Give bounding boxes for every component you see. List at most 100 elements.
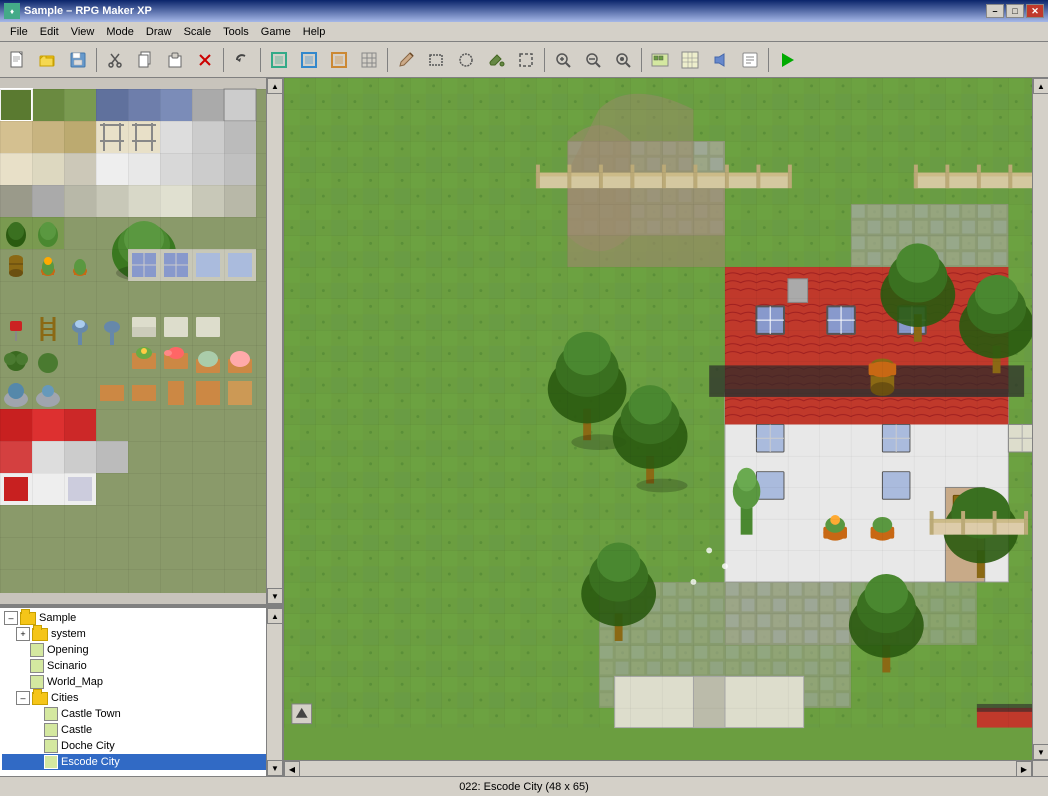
map-props-button[interactable] <box>646 46 674 74</box>
titlebar-buttons: – □ ✕ <box>986 4 1044 18</box>
sep2 <box>223 48 224 72</box>
menu-file[interactable]: File <box>4 24 34 40</box>
map-icon-doche-city <box>44 739 58 753</box>
left-panel: ▲ ▼ – Sample + system <box>0 78 284 776</box>
circle-tool-button[interactable] <box>452 46 480 74</box>
menu-tools[interactable]: Tools <box>217 24 255 40</box>
expand-system[interactable]: + <box>16 627 30 641</box>
sep1 <box>96 48 97 72</box>
expand-cities[interactable]: – <box>16 691 30 705</box>
tree-item-doche-city[interactable]: Doche City <box>2 738 280 754</box>
menu-scale[interactable]: Scale <box>178 24 218 40</box>
cut-button[interactable] <box>101 46 129 74</box>
close-button[interactable]: ✕ <box>1026 4 1044 18</box>
main-area: ▲ ▼ – Sample + system <box>0 78 1048 776</box>
map-icon-castle <box>44 723 58 737</box>
sep6 <box>641 48 642 72</box>
tree-scroll-down[interactable]: ▼ <box>267 760 282 776</box>
map-tree: – Sample + system Opening <box>0 606 282 776</box>
tree-scrollbar[interactable]: ▲ ▼ <box>266 608 282 776</box>
menu-mode[interactable]: Mode <box>100 24 140 40</box>
tree-item-system[interactable]: + system <box>2 626 280 642</box>
menu-view[interactable]: View <box>65 24 101 40</box>
tree-item-castle[interactable]: Castle <box>2 722 280 738</box>
zoom-in-button[interactable] <box>549 46 577 74</box>
menu-draw[interactable]: Draw <box>140 24 178 40</box>
titlebar: ♦ Sample – RPG Maker XP – □ ✕ <box>0 0 1048 22</box>
tree-label-doche-city: Doche City <box>61 740 115 752</box>
statusbar: 022: Escode City (48 x 65) <box>0 776 1048 796</box>
open-button[interactable] <box>34 46 62 74</box>
rect-tool-button[interactable] <box>422 46 450 74</box>
palette-scrollbar[interactable]: ▲ ▼ <box>266 78 282 604</box>
tile-palette[interactable]: ▲ ▼ <box>0 78 282 606</box>
tree-item-castle-town[interactable]: Castle Town <box>2 706 280 722</box>
maximize-button[interactable]: □ <box>1006 4 1024 18</box>
menu-help[interactable]: Help <box>297 24 332 40</box>
zoom-normal-button[interactable] <box>609 46 637 74</box>
window-title: Sample – RPG Maker XP <box>24 5 152 17</box>
layer1-button[interactable] <box>265 46 293 74</box>
toolbar <box>0 42 1048 78</box>
palette-scroll-up[interactable]: ▲ <box>267 78 282 94</box>
map-hscrollbar[interactable]: ◀ ▶ <box>284 760 1032 776</box>
undo-button[interactable] <box>228 46 256 74</box>
new-button[interactable] <box>4 46 32 74</box>
map-hscroll-left[interactable]: ◀ <box>284 761 300 776</box>
menu-game[interactable]: Game <box>255 24 297 40</box>
tree-item-opening[interactable]: Opening <box>2 642 280 658</box>
map-tree-list: – Sample + system Opening <box>0 608 282 776</box>
map-icon-world-map <box>30 675 44 689</box>
tree-item-escode-city[interactable]: Escode City <box>2 754 280 770</box>
tree-label-castle-town: Castle Town <box>61 708 121 720</box>
menubar: File Edit View Mode Draw Scale Tools Gam… <box>0 22 1048 42</box>
script-button[interactable] <box>736 46 764 74</box>
tree-item-world-map[interactable]: World_Map <box>2 674 280 690</box>
tree-label-system: system <box>51 628 86 640</box>
sep7 <box>768 48 769 72</box>
sep4 <box>387 48 388 72</box>
map-canvas-area[interactable]: ▲ ▼ ◀ ▶ <box>284 78 1048 776</box>
tree-scroll-up[interactable]: ▲ <box>267 608 282 624</box>
expand-sample[interactable]: – <box>4 611 18 625</box>
layer3-button[interactable] <box>325 46 353 74</box>
fill-tool-button[interactable] <box>482 46 510 74</box>
map-icon-opening <box>30 643 44 657</box>
pencil-button[interactable] <box>392 46 420 74</box>
copy-button[interactable] <box>131 46 159 74</box>
tree-item-scinario[interactable]: Scinario <box>2 658 280 674</box>
audio-button[interactable] <box>706 46 734 74</box>
palette-scroll-down[interactable]: ▼ <box>267 588 282 604</box>
tree-item-cities[interactable]: – Cities <box>2 690 280 706</box>
select-tool-button[interactable] <box>512 46 540 74</box>
map-vscrollbar[interactable]: ▲ ▼ <box>1032 78 1048 760</box>
tree-item-sample[interactable]: – Sample <box>2 610 280 626</box>
map-hscroll-track <box>300 761 1016 776</box>
scroll-corner <box>1032 760 1048 776</box>
map-vscroll-track <box>1033 94 1048 744</box>
events-button[interactable] <box>355 46 383 74</box>
app-icon: ♦ <box>4 3 20 19</box>
folder-icon-sample <box>20 612 36 625</box>
paste-button[interactable] <box>161 46 189 74</box>
map-vscroll-up[interactable]: ▲ <box>1033 78 1048 94</box>
tileset-button[interactable] <box>676 46 704 74</box>
folder-icon-cities <box>32 692 48 705</box>
map-hscroll-right[interactable]: ▶ <box>1016 761 1032 776</box>
play-button[interactable] <box>773 46 801 74</box>
layer2-button[interactable] <box>295 46 323 74</box>
tree-label-escode-city: Escode City <box>61 756 120 768</box>
map-vscroll-down[interactable]: ▼ <box>1033 744 1048 760</box>
sep5 <box>544 48 545 72</box>
tree-label-sample: Sample <box>39 612 76 624</box>
menu-edit[interactable]: Edit <box>34 24 65 40</box>
minimize-button[interactable]: – <box>986 4 1004 18</box>
tree-label-opening: Opening <box>47 644 89 656</box>
titlebar-left: ♦ Sample – RPG Maker XP <box>4 3 152 19</box>
delete-button[interactable] <box>191 46 219 74</box>
folder-icon-system <box>32 628 48 641</box>
map-canvas <box>284 78 1032 760</box>
save-button[interactable] <box>64 46 92 74</box>
sep3 <box>260 48 261 72</box>
zoom-out-button[interactable] <box>579 46 607 74</box>
